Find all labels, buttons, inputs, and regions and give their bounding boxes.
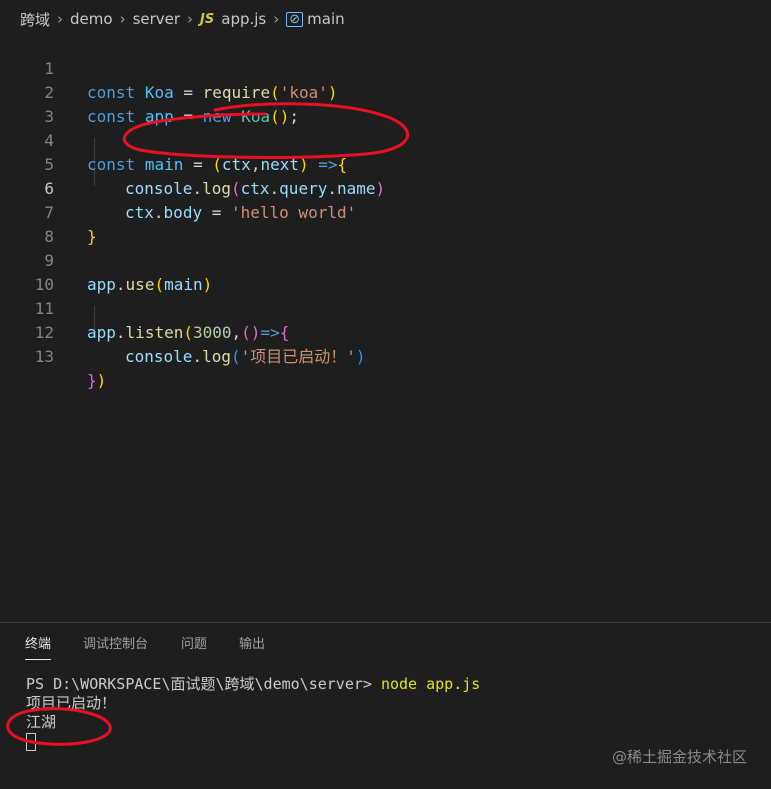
chevron-right-icon: › (57, 10, 64, 28)
code-line-active[interactable]: 6 ctx.body = 'hello world' (0, 153, 771, 222)
terminal-output-line: 项目已启动！ (26, 694, 117, 712)
breadcrumb-item-folder-kuayu[interactable]: 跨域 (20, 9, 50, 30)
code-text: console.log('项目已启动！') (125, 347, 366, 366)
watermark: @稀土掘金技术社区 (611, 748, 747, 766)
code-line[interactable]: 7 } (0, 177, 771, 246)
breadcrumb-item-file[interactable]: JS app.js (200, 10, 266, 28)
javascript-file-icon: JS (200, 11, 215, 27)
code-text: }) (87, 371, 107, 390)
terminal-command-line: PS D:\WORKSPACE\面试题\跨域\demo\server> node… (26, 675, 480, 694)
chevron-right-icon: › (187, 10, 194, 28)
tab-output[interactable]: 输出 (239, 635, 265, 655)
code-editor[interactable]: 1 const Koa = require('koa') 2 const app… (0, 33, 771, 613)
breadcrumb-item-server[interactable]: server (133, 10, 180, 28)
terminal-cursor (26, 732, 36, 751)
code-line[interactable]: 5 console.log(ctx.query.name) (0, 129, 771, 198)
breadcrumb-label: server (132, 10, 181, 28)
breadcrumb-item-symbol[interactable]: ⊘ main (286, 10, 345, 28)
tab-terminal[interactable]: 终端 (25, 635, 52, 660)
tab-debug-console[interactable]: 调试控制台 (83, 635, 148, 655)
code-line[interactable]: 11 app.listen(3000,()=>{ (0, 273, 771, 342)
breadcrumb-label: demo (70, 10, 113, 28)
panel-tabs: 终端 调试控制台 问题 输出 (0, 623, 771, 663)
code-line[interactable]: 13 }) (0, 321, 771, 390)
terminal-output-line: 江湖 (26, 713, 57, 731)
breadcrumb-label: app.js (221, 10, 267, 28)
line-number: 13 (34, 347, 54, 366)
tab-problems[interactable]: 问题 (181, 635, 207, 655)
code-line[interactable]: 12 console.log('项目已启动！') (0, 297, 771, 366)
terminal[interactable]: PS D:\WORKSPACE\面试题\跨域\demo\server> node… (26, 675, 480, 751)
code-line[interactable]: 3 (0, 81, 771, 126)
breadcrumb-label: main (307, 10, 345, 28)
terminal-command: node app.js (380, 675, 481, 693)
code-line[interactable]: 8 (0, 201, 771, 246)
terminal-prompt: PS D:\WORKSPACE\面试题\跨域\demo\server> (26, 675, 381, 693)
code-line[interactable]: 4 const main = (ctx,next) =>{ (0, 105, 771, 174)
chevron-right-icon: › (119, 10, 126, 28)
breadcrumb-label: 跨域 (20, 10, 51, 29)
code-line[interactable]: 1 const Koa = require('koa') (0, 33, 771, 102)
terminal-cursor-line (26, 732, 480, 751)
code-line[interactable]: 10 (0, 249, 771, 294)
chevron-right-icon: › (273, 10, 280, 28)
variable-symbol-icon: ⊘ (286, 11, 304, 27)
code-line[interactable]: 2 const app = new Koa(); (0, 57, 771, 126)
breadcrumb-item-demo[interactable]: demo (70, 10, 113, 28)
bottom-panel: 终端 调试控制台 问题 输出 PS D:\WORKSPACE\面试题\跨域\de… (0, 622, 771, 789)
code-line[interactable]: 9 app.use(main) (0, 225, 771, 294)
